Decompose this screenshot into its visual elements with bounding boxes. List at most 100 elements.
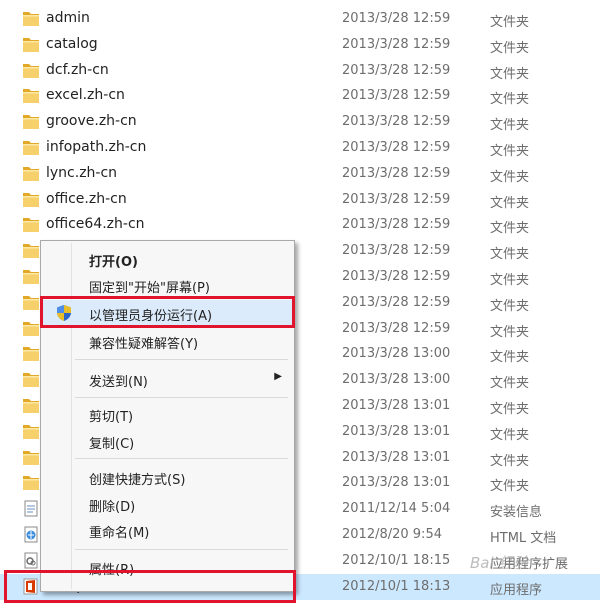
folder-icon — [22, 242, 40, 259]
menu-item-open[interactable]: 打开(O) — [43, 246, 292, 272]
menu-separator — [75, 458, 288, 459]
file-date: 2013/3/28 12:59 — [342, 36, 451, 52]
submenu-arrow-icon: ▶ — [274, 371, 282, 382]
file-row[interactable]: admin 2013/3/28 12:59 文件夹 — [0, 6, 600, 32]
folder-icon — [22, 474, 40, 491]
menu-item-cut[interactable]: 剪切(T) — [43, 401, 292, 427]
file-name: catalog — [46, 35, 98, 52]
file-type: 文件夹 — [490, 453, 530, 469]
file-name: office.zh-cn — [46, 190, 127, 207]
file-row[interactable]: groove.zh-cn 2013/3/28 12:59 文件夹 — [0, 109, 600, 135]
file-name: lync.zh-cn — [46, 164, 118, 181]
folder-icon — [22, 62, 40, 79]
menu-item-send-to[interactable]: 发送到(N) ▶ — [43, 366, 292, 392]
file-date: 2011/12/14 5:04 — [342, 501, 451, 517]
menu-item-create-shortcut[interactable]: 创建快捷方式(S) — [43, 464, 292, 490]
menu-item-rename-label: 重命名(M) — [89, 526, 150, 541]
file-date: 2013/3/28 12:59 — [342, 320, 451, 336]
file-row[interactable]: office.zh-cn 2013/3/28 12:59 文件夹 — [0, 187, 600, 213]
folder-icon — [22, 371, 40, 388]
highlight-box-run-as-admin — [40, 296, 295, 328]
file-date: 2012/8/20 9:54 — [342, 527, 442, 542]
menu-item-pin-start-label: 固定到"开始"屏幕(P) — [89, 281, 210, 296]
folder-icon — [22, 320, 40, 337]
file-row[interactable]: catalog 2013/3/28 12:59 文件夹 — [0, 32, 600, 58]
folder-icon — [22, 397, 40, 414]
folder-icon — [22, 87, 40, 104]
file-date: 2013/3/28 12:59 — [342, 88, 451, 104]
file-type: 文件夹 — [490, 15, 530, 30]
file-date: 2013/3/28 12:59 — [342, 191, 451, 207]
folder-icon — [22, 268, 40, 285]
file-row[interactable]: dcf.zh-cn 2013/3/28 12:59 文件夹 — [0, 58, 600, 84]
file-date: 2013/3/28 13:01 — [342, 475, 451, 491]
file-name: dcf.zh-cn — [46, 61, 109, 78]
file-type: 文件夹 — [490, 169, 530, 185]
highlight-box-setup — [4, 570, 296, 603]
file-type: 文件夹 — [490, 298, 530, 314]
file-type: 文件夹 — [490, 195, 530, 211]
file-date: 2013/3/28 12:59 — [342, 217, 451, 233]
folder-icon — [22, 345, 40, 362]
file-name: infopath.zh-cn — [46, 139, 147, 155]
menu-item-create-shortcut-label: 创建快捷方式(S) — [89, 473, 186, 488]
file-type: 文件夹 — [490, 427, 530, 443]
file-type: 文件夹 — [490, 479, 530, 495]
file-name: excel.zh-cn — [46, 87, 125, 104]
file-type: 文件夹 — [490, 247, 530, 263]
menu-item-troubleshoot[interactable]: 兼容性疑难解答(Y) — [43, 328, 292, 354]
folder-icon — [22, 139, 40, 156]
file-date: 2013/3/28 13:01 — [342, 449, 451, 465]
file-type: 安装信息 — [490, 505, 543, 521]
menu-item-delete[interactable]: 删除(D) — [43, 491, 292, 517]
setup-info-icon — [24, 500, 38, 517]
file-date: 2013/3/28 13:00 — [342, 346, 451, 362]
file-row[interactable]: lync.zh-cn 2013/3/28 12:59 文件夹 — [0, 161, 600, 187]
file-date: 2013/3/28 12:59 — [342, 269, 451, 284]
folder-icon — [22, 10, 40, 27]
folder-icon — [22, 294, 40, 311]
menu-item-send-to-label: 发送到(N) — [89, 375, 148, 390]
menu-separator — [75, 397, 288, 398]
file-date: 2013/3/28 13:01 — [342, 423, 451, 439]
file-date: 2013/3/28 12:59 — [342, 140, 451, 155]
file-type: 文件夹 — [490, 92, 530, 108]
menu-separator — [75, 359, 288, 360]
file-type: 文件夹 — [490, 144, 530, 159]
file-date: 2013/3/28 12:59 — [342, 294, 451, 310]
file-date: 2013/3/28 12:59 — [342, 62, 451, 78]
file-type: 应用程序 — [490, 582, 543, 598]
menu-item-copy-label: 复制(C) — [89, 437, 135, 452]
menu-item-copy[interactable]: 复制(C) — [43, 428, 292, 454]
menu-item-open-label: 打开(O) — [89, 255, 138, 270]
menu-item-troubleshoot-label: 兼容性疑难解答(Y) — [89, 337, 199, 352]
file-date: 2013/3/28 12:59 — [342, 165, 451, 181]
file-date: 2012/10/1 18:15 — [342, 552, 451, 568]
menu-item-cut-label: 剪切(T) — [89, 410, 134, 425]
file-type: HTML 文档 — [490, 531, 557, 546]
file-name: office64.zh-cn — [46, 216, 145, 233]
menu-item-delete-label: 删除(D) — [89, 500, 136, 515]
folder-icon — [22, 165, 40, 182]
dll-icon — [24, 552, 38, 569]
file-date: 2013/3/28 12:59 — [342, 114, 451, 130]
menu-separator — [75, 549, 288, 550]
folder-icon — [22, 191, 40, 208]
file-name: admin — [46, 10, 90, 26]
context-menu: 打开(O) 固定到"开始"屏幕(P) 以管理员身份运行(A) 兼容性疑难解答(Y… — [40, 240, 295, 592]
file-date: 2012/10/1 18:13 — [342, 578, 451, 594]
folder-icon — [22, 216, 40, 233]
file-type: 文件夹 — [490, 350, 530, 366]
html-document-icon — [24, 526, 38, 543]
file-date: 2013/3/28 12:59 — [342, 11, 451, 26]
menu-item-pin-start[interactable]: 固定到"开始"屏幕(P) — [43, 272, 292, 298]
folder-icon — [22, 113, 40, 130]
file-name: groove.zh-cn — [46, 113, 137, 130]
file-type: 文件夹 — [490, 40, 530, 56]
file-type: 文件夹 — [490, 66, 530, 82]
file-row[interactable]: office64.zh-cn 2013/3/28 12:59 文件夹 — [0, 212, 600, 238]
file-type: 文件夹 — [490, 402, 530, 417]
menu-item-rename[interactable]: 重命名(M) — [43, 517, 292, 543]
file-row[interactable]: excel.zh-cn 2013/3/28 12:59 文件夹 — [0, 83, 600, 109]
file-row[interactable]: infopath.zh-cn 2013/3/28 12:59 文件夹 — [0, 135, 600, 161]
